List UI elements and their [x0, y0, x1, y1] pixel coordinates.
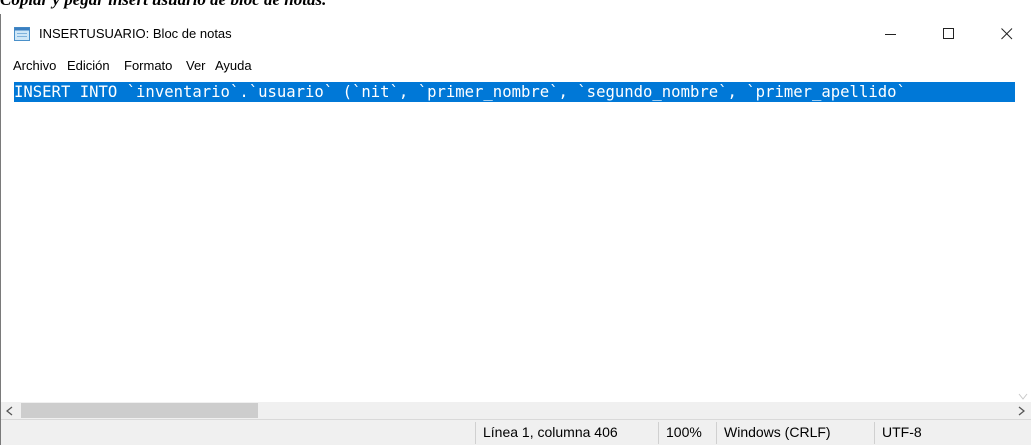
- horizontal-scrollbar[interactable]: [1, 402, 1031, 419]
- status-bar: Línea 1, columna 406 100% Windows (CRLF)…: [1, 419, 1031, 445]
- close-icon: [1001, 28, 1013, 40]
- menu-formato[interactable]: Formato: [124, 58, 172, 74]
- menu-ver[interactable]: Ver: [186, 58, 206, 74]
- vertical-scrollbar[interactable]: [1015, 78, 1031, 402]
- status-zoom: 100%: [666, 424, 702, 440]
- menu-ayuda[interactable]: Ayuda: [215, 58, 252, 74]
- text-editor[interactable]: INSERT INTO `inventario`.`usuario` (`nit…: [1, 78, 1015, 402]
- window-title: INSERTUSUARIO: Bloc de notas: [39, 26, 232, 41]
- scroll-thumb[interactable]: [21, 403, 258, 418]
- status-encoding: UTF-8: [882, 424, 922, 440]
- chevron-right-icon: [1018, 405, 1025, 416]
- status-line-ending: Windows (CRLF): [724, 424, 831, 440]
- document-caption: Copiar y pegar insert usuario de bloc de…: [0, 0, 1031, 10]
- maximize-button[interactable]: [926, 14, 972, 54]
- scroll-left-button[interactable]: [1, 402, 18, 419]
- minimize-button[interactable]: [868, 14, 914, 54]
- scroll-right-button[interactable]: [1013, 402, 1030, 419]
- status-position: Línea 1, columna 406: [483, 424, 618, 440]
- menu-bar: Archivo Edición Formato Ver Ayuda: [1, 54, 1031, 76]
- title-bar[interactable]: INSERTUSUARIO: Bloc de notas: [1, 14, 1031, 54]
- scroll-down-icon[interactable]: [1018, 393, 1028, 401]
- menu-edicion[interactable]: Edición: [67, 58, 110, 74]
- chevron-left-icon: [6, 405, 13, 416]
- menu-archivo[interactable]: Archivo: [13, 58, 56, 74]
- selected-text-line[interactable]: INSERT INTO `inventario`.`usuario` (`nit…: [14, 82, 1015, 102]
- maximize-icon: [943, 28, 954, 39]
- close-button[interactable]: [984, 14, 1030, 54]
- minimize-icon: [885, 34, 896, 35]
- notepad-icon: [14, 26, 31, 41]
- notepad-window: INSERTUSUARIO: Bloc de notas Archivo Edi…: [0, 14, 1031, 445]
